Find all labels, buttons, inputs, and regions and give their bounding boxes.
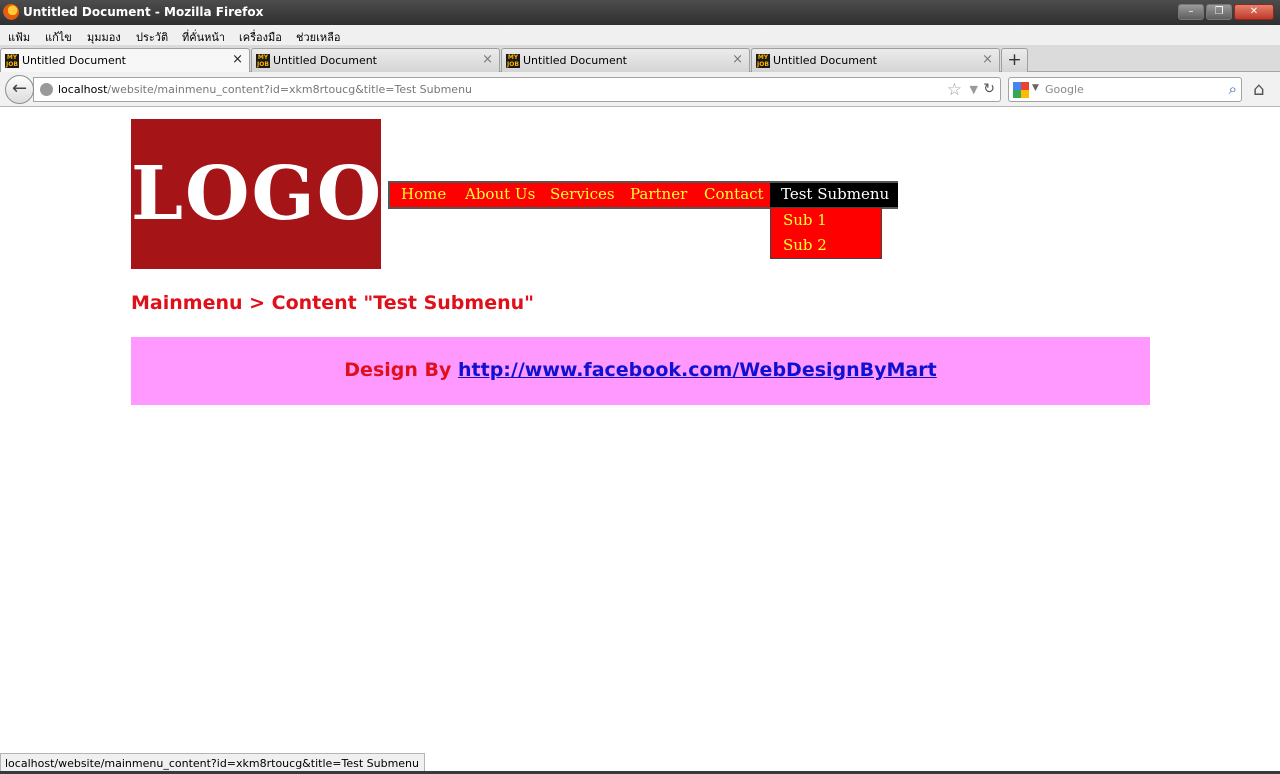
url-bar[interactable]: localhost/website/mainmenu_content?id=xk… [33, 77, 1001, 102]
window-controls: – ❐ ✕ [1178, 4, 1274, 20]
tab-label: Untitled Document [523, 54, 627, 67]
nav-test-submenu[interactable]: Test Submenu [770, 183, 899, 207]
tab-label: Untitled Document [773, 54, 877, 67]
menu-history[interactable]: ประวัติ [136, 28, 168, 46]
tab-3[interactable]: MY JOB Untitled Document × [501, 48, 750, 72]
nav-contact[interactable]: Contact [704, 185, 764, 203]
search-bar[interactable]: ▼ Google ⌕ [1008, 77, 1242, 102]
myjob-favicon-icon: MY JOB [5, 54, 19, 68]
tab-label: Untitled Document [22, 54, 126, 67]
google-icon[interactable] [1013, 82, 1029, 98]
nav-partner[interactable]: Partner [630, 185, 687, 203]
url-path: /website/mainmenu_content?id=xkm8rtoucg&… [107, 83, 473, 96]
menu-help[interactable]: ช่วยเหลือ [296, 28, 340, 46]
site-logo[interactable]: LOGO [131, 119, 381, 269]
navigation-toolbar: localhost/website/mainmenu_content?id=xk… [0, 72, 1280, 107]
tab-1[interactable]: MY JOB Untitled Document × [0, 48, 250, 73]
submenu-item-sub-2[interactable]: Sub 2 [783, 236, 827, 254]
menu-edit[interactable]: แก้ไข [45, 28, 72, 46]
menu-view[interactable]: มุมมอง [87, 28, 121, 46]
nav-about-us[interactable]: About Us [465, 185, 535, 203]
tab-close-icon[interactable]: × [982, 52, 993, 67]
window-title: Untitled Document - Mozilla Firefox [23, 5, 264, 19]
main-nav: Home About Us Services Partner Contact T… [388, 181, 899, 209]
back-button[interactable]: ← [5, 75, 34, 104]
page-title: Mainmenu > Content "Test Submenu" [131, 292, 535, 314]
reload-icon[interactable]: ↻ [983, 81, 995, 97]
tab-close-icon[interactable]: × [232, 52, 243, 67]
myjob-favicon-icon: MY JOB [256, 54, 270, 68]
star-icon[interactable]: ☆ [947, 80, 962, 100]
submenu-item-sub-1[interactable]: Sub 1 [783, 211, 827, 229]
close-window-button[interactable]: ✕ [1234, 4, 1274, 20]
nav-home[interactable]: Home [401, 185, 446, 203]
menubar: แฟ้ม แก้ไข มุมมอง ประวัติ ที่คั่นหน้า เค… [0, 25, 1280, 45]
footer: Design By http://www.facebook.com/WebDes… [131, 337, 1150, 405]
myjob-favicon-icon: MY JOB [506, 54, 520, 68]
globe-icon [40, 83, 53, 96]
nav-services[interactable]: Services [550, 185, 615, 203]
menu-tools[interactable]: เครื่องมือ [239, 28, 282, 46]
dropdown-icon[interactable]: ▼ [970, 83, 978, 96]
menu-bookmarks[interactable]: ที่คั่นหน้า [182, 28, 225, 46]
submenu-dropdown: Sub 1 Sub 2 [770, 207, 882, 259]
tab-label: Untitled Document [273, 54, 377, 67]
url-text[interactable]: localhost/website/mainmenu_content?id=xk… [58, 83, 472, 96]
search-engine-dropdown-icon[interactable]: ▼ [1032, 83, 1039, 93]
footer-link[interactable]: http://www.facebook.com/WebDesignByMart [458, 359, 937, 381]
tab-close-icon[interactable]: × [482, 52, 493, 67]
status-bar: localhost/website/mainmenu_content?id=xk… [0, 753, 426, 772]
magnifier-icon[interactable]: ⌕ [1229, 80, 1237, 98]
tab-4[interactable]: MY JOB Untitled Document × [751, 48, 1000, 72]
tab-2[interactable]: MY JOB Untitled Document × [251, 48, 500, 72]
footer-credit: Design By http://www.facebook.com/WebDes… [131, 359, 1150, 381]
tab-close-icon[interactable]: × [732, 52, 743, 67]
restore-button[interactable]: ❐ [1206, 4, 1232, 20]
home-icon[interactable]: ⌂ [1253, 79, 1264, 100]
logo-text: LOGO [131, 151, 384, 237]
window-titlebar: Untitled Document - Mozilla Firefox – ❐ … [0, 0, 1280, 25]
search-input[interactable]: Google [1045, 83, 1084, 96]
new-tab-button[interactable]: + [1001, 48, 1028, 72]
myjob-favicon-icon: MY JOB [756, 54, 770, 68]
footer-label: Design By [344, 359, 452, 381]
tab-strip: MY JOB Untitled Document × MY JOB Untitl… [0, 45, 1280, 73]
url-host: localhost [58, 83, 108, 96]
menu-file[interactable]: แฟ้ม [8, 28, 30, 46]
firefox-icon [3, 4, 19, 20]
minimize-button[interactable]: – [1178, 4, 1204, 20]
